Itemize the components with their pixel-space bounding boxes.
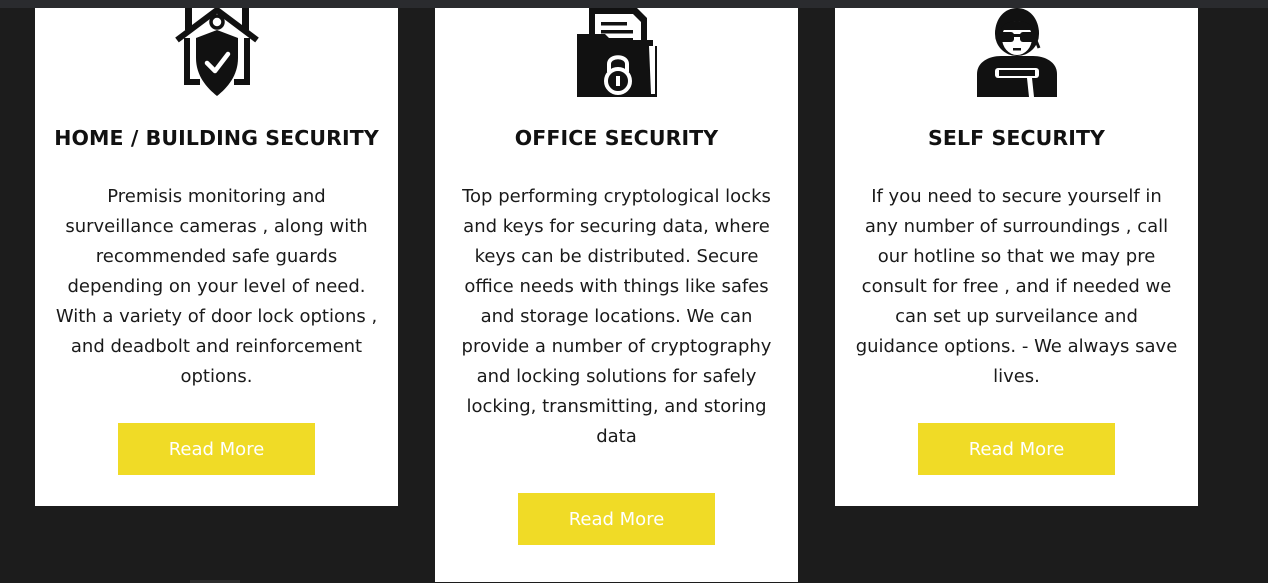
card-description: Premisis monitoring and surveillance cam…	[55, 186, 378, 387]
card-description: If you need to secure yourself in any nu…	[855, 186, 1178, 387]
service-card-home-security: HOME / BUILDING SECURITY Premisis monito…	[35, 8, 398, 506]
home-security-icon	[35, 8, 398, 100]
service-card-self-security: SELF SECURITY If you need to secure your…	[835, 8, 1198, 506]
self-security-person-icon	[835, 8, 1198, 100]
read-more-button[interactable]: Read More	[918, 423, 1115, 475]
card-description: Top performing cryptological locks and k…	[461, 186, 772, 447]
card-title: OFFICE SECURITY	[514, 126, 719, 150]
card-title: SELF SECURITY	[928, 126, 1105, 150]
service-card-office-security: OFFICE SECURITY Top performing cryptolog…	[435, 8, 798, 582]
read-more-button[interactable]: Read More	[518, 493, 715, 545]
card-title: HOME / BUILDING SECURITY	[54, 126, 379, 150]
read-more-button[interactable]: Read More	[118, 423, 315, 475]
top-strip	[0, 0, 1268, 8]
locked-folder-icon	[435, 8, 798, 100]
